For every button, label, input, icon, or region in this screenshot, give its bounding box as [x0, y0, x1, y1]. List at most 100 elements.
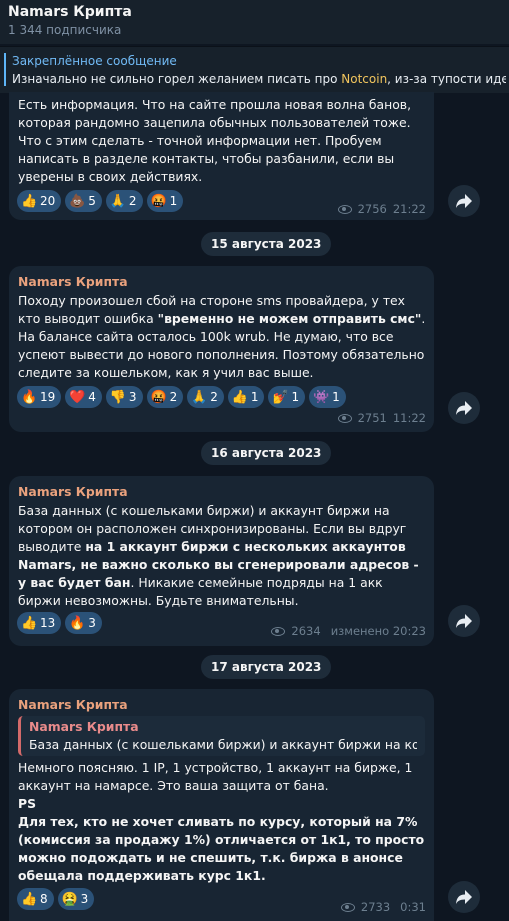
channel-title[interactable]: Namars Крипта — [8, 4, 132, 20]
message-meta: 2634 изменено 20:23 — [271, 624, 426, 638]
reaction-emoji: 💩 — [69, 193, 86, 209]
reaction-chip[interactable]: 🤬 2 — [146, 386, 184, 408]
message-time: 0:31 — [400, 900, 426, 914]
subscriber-count: 1 344 подписчика — [8, 23, 122, 37]
date-separator: 15 августа 2023 — [201, 232, 332, 256]
reaction-emoji: 👾 — [313, 389, 330, 405]
reaction-chip[interactable]: 💩 5 — [65, 190, 102, 212]
quote-text: База данных (с кошельками биржи) и аккау… — [29, 737, 417, 752]
reaction-chip[interactable]: 👍 20 — [17, 190, 62, 212]
reaction-chip[interactable]: 👍 13 — [17, 612, 62, 634]
message-text: Походу произошел сбой на стороне sms про… — [18, 293, 426, 380]
reactions-row: 👍 13 🔥 3 — [17, 612, 102, 636]
view-count: 2733 — [360, 900, 391, 914]
reaction-count: 19 — [40, 390, 56, 404]
reaction-emoji: 🤬 — [150, 193, 167, 209]
eye-icon — [271, 626, 286, 636]
reaction-chip[interactable]: 👎 3 — [105, 386, 143, 408]
reaction-emoji: ❤️ — [69, 389, 86, 405]
reaction-chip[interactable]: 👍 1 — [227, 386, 265, 408]
share-arrow-icon — [456, 194, 472, 208]
message-author[interactable]: Namars Крипта — [18, 484, 128, 499]
reaction-chip[interactable]: 🤮 3 — [57, 888, 95, 910]
reaction-count: 8 — [40, 892, 48, 906]
message-text: Есть информация. Что на сайте прошла нов… — [18, 97, 412, 184]
message-author[interactable]: Namars Крипта — [18, 697, 128, 712]
share-arrow-icon — [456, 401, 472, 415]
reaction-chip[interactable]: 🔥 19 — [17, 386, 62, 408]
pinned-text: Изначально не сильно горел желанием писа… — [12, 72, 506, 86]
message-text: База данных (с кошельками биржи) и аккау… — [18, 503, 419, 608]
reaction-count: 2 — [210, 390, 218, 404]
reply-quote[interactable]: Namars Крипта База данных (с кошельками … — [18, 716, 425, 756]
reactions-row: 🔥 19 ❤️ 4 👎 3 🤬 2 🙏 2 👍 1 💅 1 👾 1 — [17, 386, 346, 410]
share-button[interactable] — [448, 605, 480, 637]
reaction-emoji: 👍 — [21, 193, 38, 209]
reaction-chip[interactable]: 💅 1 — [268, 386, 306, 408]
reactions-row: 👍 20 💩 5 🙏 2 🤬 1 — [17, 190, 184, 214]
reaction-count: 3 — [88, 616, 96, 630]
reaction-emoji: 👍 — [231, 389, 249, 405]
channel-header[interactable]: Namars Крипта 1 344 подписчика — [0, 0, 509, 44]
message-meta: 2751 11:22 — [337, 411, 426, 425]
reaction-emoji: 🔥 — [69, 615, 86, 631]
date-separator: 17 августа 2023 — [201, 655, 332, 679]
reaction-chip[interactable]: 👾 1 — [309, 386, 346, 408]
reaction-emoji: 🙏 — [109, 193, 127, 209]
share-arrow-icon — [456, 890, 472, 904]
reaction-count: 1 — [332, 390, 340, 404]
reaction-count: 20 — [40, 194, 56, 208]
reaction-emoji: 💅 — [272, 389, 289, 405]
message-author[interactable]: Namars Крипта — [18, 274, 128, 289]
quote-author: Namars Крипта — [29, 719, 139, 734]
eye-icon — [337, 204, 352, 214]
message-bubble: Namars Крипта Походу произошел сбой на с… — [9, 266, 434, 432]
reaction-count: 2 — [128, 194, 137, 208]
view-count: 2756 — [357, 202, 387, 216]
message-meta: 2756 21:22 — [337, 202, 426, 216]
share-button[interactable] — [448, 881, 480, 913]
reaction-count: 4 — [88, 390, 96, 404]
reaction-emoji: 🤬 — [150, 389, 167, 405]
reactions-row: 👍 8 🤮 3 — [17, 888, 95, 912]
pinned-indicator — [4, 53, 6, 86]
share-arrow-icon — [456, 614, 472, 628]
message-time: 11:22 — [392, 411, 426, 425]
reaction-count: 1 — [250, 390, 259, 404]
pinned-message-bar[interactable]: Закреплённое сообщение Изначально не сил… — [0, 46, 509, 93]
date-separator: 16 августа 2023 — [201, 441, 332, 465]
reaction-emoji: 🙏 — [191, 389, 208, 405]
reaction-count: 3 — [128, 390, 137, 404]
eye-icon — [337, 413, 352, 423]
reaction-emoji: 👎 — [109, 389, 127, 405]
reaction-chip[interactable]: 🤬 1 — [146, 190, 184, 212]
reaction-emoji: 🤮 — [61, 891, 78, 907]
view-count: 2634 — [291, 624, 321, 638]
reaction-emoji: 👍 — [21, 891, 38, 907]
pinned-label: Закреплённое сообщение — [12, 54, 177, 68]
reaction-chip[interactable]: 🔥 3 — [65, 612, 102, 634]
pinned-highlight: Notcoin — [341, 72, 388, 86]
reaction-count: 1 — [291, 390, 300, 404]
message-bubble: Есть информация. Что на сайте прошла нов… — [9, 92, 434, 220]
reaction-emoji: 🔥 — [21, 389, 38, 405]
reaction-count: 5 — [88, 194, 96, 208]
message-bubble: Namars Крипта База данных (с кошельками … — [9, 476, 434, 646]
reaction-chip[interactable]: 🙏 2 — [105, 190, 143, 212]
message-text: Немного поясняю. 1 IP, 1 устройство, 1 а… — [18, 760, 425, 883]
reaction-count: 2 — [169, 390, 178, 404]
reaction-emoji: 👍 — [21, 615, 38, 631]
ps-label: PS — [18, 796, 37, 811]
share-button[interactable] — [448, 392, 480, 424]
reaction-chip[interactable]: 🙏 2 — [187, 386, 224, 408]
eye-icon — [340, 902, 355, 912]
view-count: 2751 — [357, 411, 387, 425]
share-button[interactable] — [448, 185, 480, 217]
reaction-chip[interactable]: 👍 8 — [17, 888, 54, 910]
message-meta: 2733 0:31 — [340, 900, 426, 914]
message-time: изменено 20:23 — [330, 624, 426, 638]
reaction-count: 13 — [40, 616, 56, 630]
reaction-count: 1 — [169, 194, 178, 208]
reaction-count: 3 — [80, 892, 89, 906]
reaction-chip[interactable]: ❤️ 4 — [65, 386, 102, 408]
